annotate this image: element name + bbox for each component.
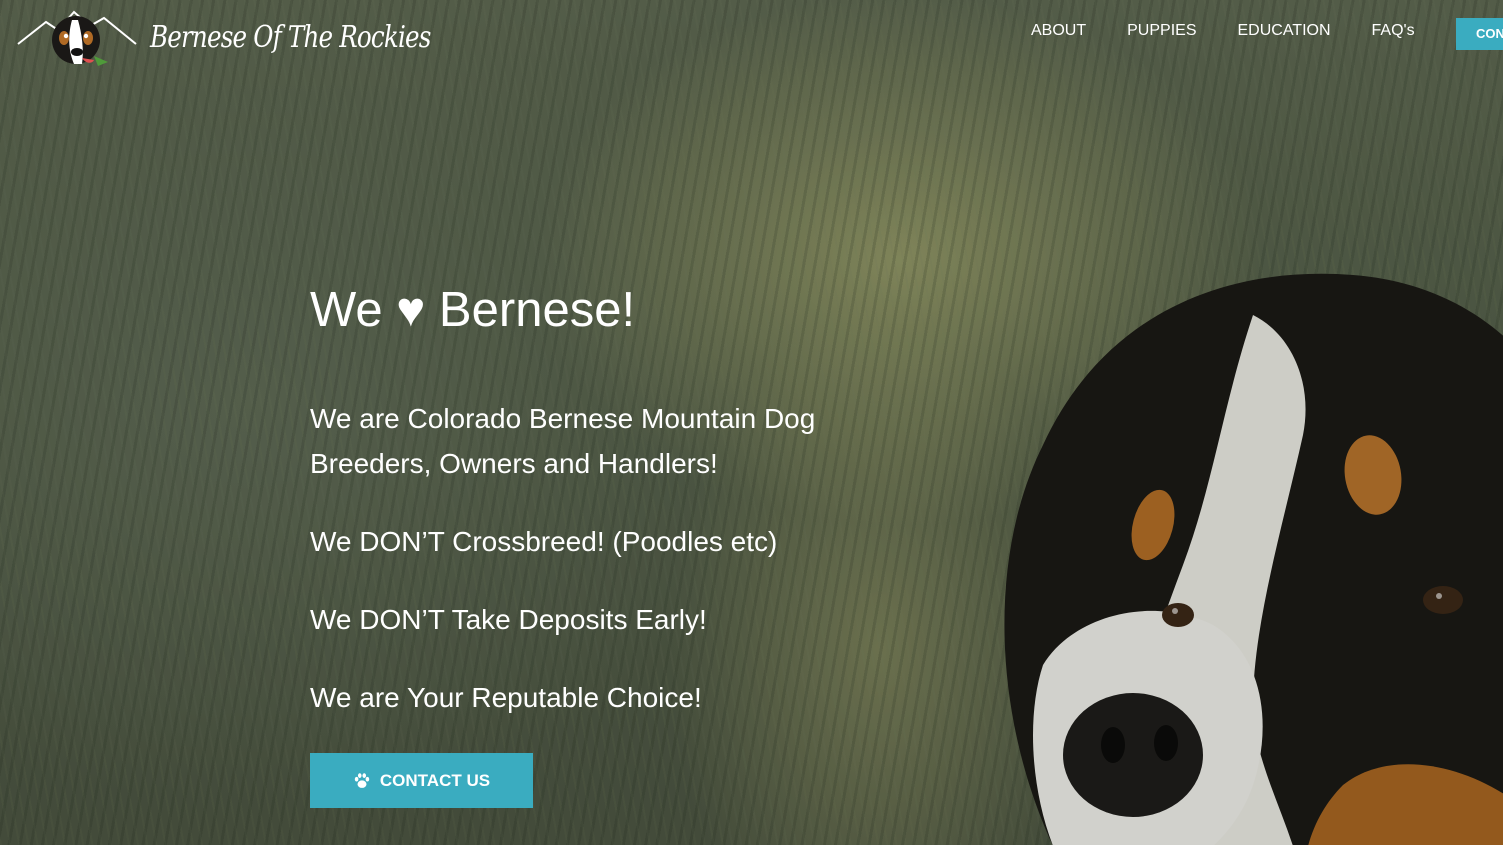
contact-us-button[interactable]: CONTACT US bbox=[310, 753, 533, 808]
page-title: We ♥ Bernese! bbox=[310, 283, 636, 337]
hero-content: We ♥ Bernese! We are Colorado Bernese Mo… bbox=[310, 280, 930, 808]
dog-mountain-logo-icon bbox=[17, 10, 137, 66]
nav-item-faqs[interactable]: FAQ's bbox=[1372, 22, 1415, 40]
site-logo[interactable]: Bernese Of The Rockies bbox=[16, 4, 492, 70]
hero-paragraph: We DON’T Take Deposits Early! bbox=[310, 604, 707, 635]
contact-us-label: CONTACT US bbox=[379, 770, 491, 790]
paw-icon bbox=[354, 772, 370, 788]
nav-item-about[interactable]: ABOUT bbox=[1031, 22, 1086, 40]
site-header: Bernese Of The Rockies ABOUT PUPPIES EDU… bbox=[0, 0, 1503, 72]
hero-paragraph: We DON’T Crossbreed! (Poodles etc) bbox=[310, 526, 778, 557]
nav-item-education[interactable]: EDUCATION bbox=[1237, 22, 1330, 40]
hero-section: Bernese Of The Rockies ABOUT PUPPIES EDU… bbox=[0, 0, 1503, 845]
main-nav: ABOUT PUPPIES EDUCATION FAQ's bbox=[1031, 22, 1456, 40]
nav-contact-button[interactable]: CON bbox=[1456, 18, 1503, 50]
hero-paragraph: We are Your Reputable Choice! bbox=[310, 682, 702, 713]
nav-item-puppies[interactable]: PUPPIES bbox=[1127, 22, 1196, 40]
brand-name: Bernese Of The Rockies bbox=[150, 19, 431, 55]
hero-paragraph: We are Colorado Bernese Mountain Dog Bre… bbox=[310, 403, 816, 479]
